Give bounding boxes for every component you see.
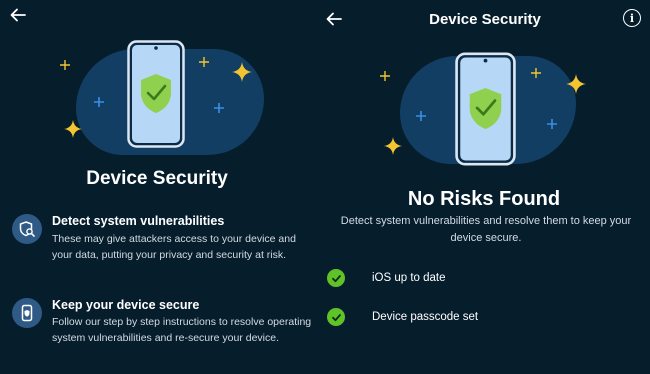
check-label: Device passcode set [372,311,479,323]
result-title: No Risks Found [407,188,561,210]
star-icon [214,103,224,113]
info-icon[interactable]: i [623,9,641,27]
feature-description: Follow our step by step instructions to … [52,316,312,344]
phone-shield-icon [12,298,42,328]
star-icon [416,111,426,121]
sparkle-icon [64,120,82,138]
hero-title: Device Security [86,168,228,189]
check-icon [327,269,345,287]
sparkle-icon [380,71,390,81]
phone-shield-illustration-icon [127,40,185,148]
sparkle-icon [60,60,70,70]
check-item: Device passcode set [327,308,478,326]
sparkle-icon [384,137,402,155]
feature-title: Keep your device secure [52,298,200,312]
sparkle-icon [531,68,541,78]
sparkle-icon [232,62,252,82]
phone-shield-illustration-icon [455,52,516,166]
feature-title: Detect system vulnerabilities [52,214,225,228]
star-icon [547,119,557,129]
sparkle-icon [566,74,586,94]
shield-search-icon [12,214,42,244]
check-item: iOS up to date [327,269,446,287]
check-label: iOS up to date [372,272,446,284]
check-icon [327,308,345,326]
back-arrow-icon[interactable] [9,6,27,24]
back-arrow-icon[interactable] [325,10,343,28]
feature-description: These may give attackers access to your … [52,233,296,261]
result-description: Detect system vulnerabilities and resolv… [340,215,632,244]
star-icon [94,97,104,107]
header-title: Device Security [429,11,541,28]
sparkle-icon [199,57,209,67]
